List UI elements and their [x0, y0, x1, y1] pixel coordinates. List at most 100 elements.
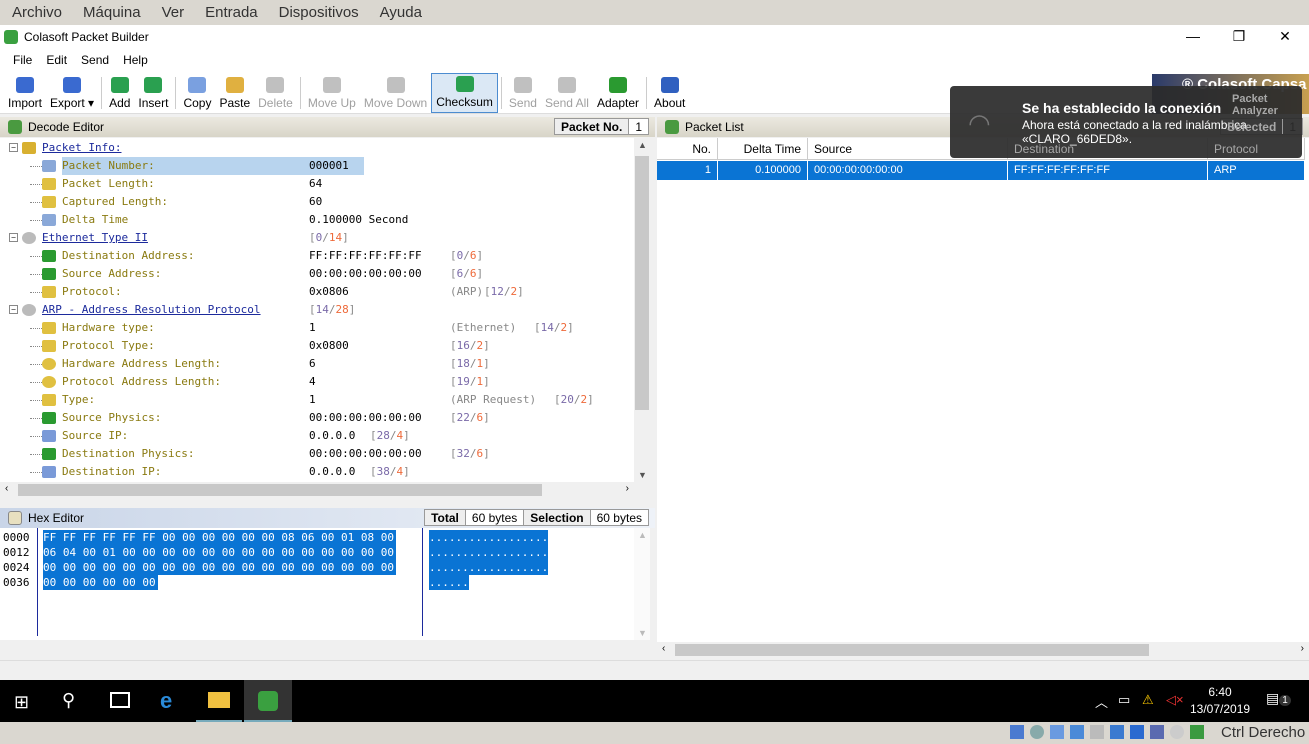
packet-list-title: Packet List — [685, 120, 744, 134]
send-all-button[interactable]: Send All — [541, 73, 593, 113]
collapse-toggle[interactable]: − — [9, 305, 18, 314]
insert-button[interactable]: Insert — [134, 73, 172, 113]
tree-item[interactable]: Packet Number: 000001 — [0, 157, 634, 175]
tree-item[interactable]: Destination IP: 0.0.0.0 [38/4] — [0, 463, 634, 481]
range-length: 2 — [476, 339, 484, 352]
send-button[interactable]: Send — [505, 73, 541, 113]
hex-size-box: Total 60 bytes Selection 60 bytes — [424, 509, 649, 526]
vbox-menu-4[interactable]: Dispositivos — [279, 4, 359, 21]
toolbar-separator — [646, 77, 648, 109]
col-delta-time[interactable]: Delta Time — [718, 138, 808, 160]
tree-item[interactable]: Source IP: 0.0.0.0 [28/4] — [0, 427, 634, 445]
menu-help[interactable]: Help — [123, 53, 148, 67]
tree-item[interactable]: Type: 1 (ARP Request) [20/2] — [0, 391, 634, 409]
insert-label: Insert — [138, 96, 169, 110]
tree-item[interactable]: Destination Address: FF:FF:FF:FF:FF:FF [0/… — [0, 247, 634, 265]
decode-editor-icon — [8, 120, 22, 134]
volume-muted-icon[interactable]: ◁× — [1166, 692, 1184, 708]
field-value: 4 — [309, 375, 316, 388]
paste-button[interactable]: Paste — [215, 73, 254, 113]
packet-no-value[interactable]: 1 — [629, 119, 648, 134]
table-row[interactable]: 1 0.100000 00:00:00:00:00:00 FF:FF:FF:FF… — [657, 161, 1305, 180]
move-up-button[interactable]: Move Up — [304, 73, 360, 113]
clock[interactable]: 6:40 13/07/2019 — [1190, 685, 1250, 716]
tree-item[interactable]: Hardware type: 1 (Ethernet) [14/2] — [0, 319, 634, 337]
hex-bytes[interactable]: 00 00 00 00 00 00 00 00 00 00 00 00 00 0… — [43, 560, 396, 575]
export-button[interactable]: Export ▾ — [46, 73, 98, 113]
time: 6:40 — [1208, 685, 1232, 699]
tree-section[interactable]: − ARP - Address Resolution Protocol [14/28… — [0, 301, 634, 319]
move-down-button[interactable]: Move Down — [360, 73, 431, 113]
toast-title: Se ha establecido la conexión — [1022, 100, 1222, 116]
tree-item[interactable]: Protocol Type: 0x0800 [16/2] — [0, 337, 634, 355]
delete-button[interactable]: Delete — [254, 73, 297, 113]
ie-icon[interactable]: e — [160, 688, 172, 714]
banner-subtitle: Packet Analyzer — [1232, 93, 1278, 117]
hex-bytes[interactable]: FF FF FF FF FF FF 00 00 00 00 00 00 08 0… — [43, 530, 396, 545]
tree-item[interactable]: Packet Length: 64 — [0, 175, 634, 193]
add-button[interactable]: Add — [105, 73, 134, 113]
tree-section[interactable]: − Packet Info: — [0, 139, 634, 157]
checksum-button[interactable]: Checksum — [431, 73, 498, 113]
import-button[interactable]: Import — [4, 73, 46, 113]
tree-item[interactable]: Source Physics: 00:00:00:00:00:00 [22/6] — [0, 409, 634, 427]
tree-item[interactable]: Protocol: 0x0806 (ARP) [12/2] — [0, 283, 634, 301]
close-button[interactable]: ✕ — [1262, 25, 1308, 48]
network-warning-icon[interactable]: ⚠ — [1142, 692, 1154, 708]
tree-item[interactable]: Delta Time 0.100000 Second — [0, 211, 634, 229]
hex-bytes[interactable]: 06 04 00 01 00 00 00 00 00 00 00 00 00 0… — [43, 545, 396, 560]
tree-item[interactable]: Protocol Address Length: 4 [19/1] — [0, 373, 634, 391]
packet-list-horizontal-scrollbar[interactable]: ‹ › — [657, 642, 1309, 658]
menu-file[interactable]: File — [13, 53, 32, 67]
vbox-menu-3[interactable]: Entrada — [205, 4, 258, 21]
task-view-icon[interactable] — [110, 692, 130, 708]
cell-no: 1 — [657, 161, 718, 180]
tree-item[interactable]: Hardware Address Length: 6 [18/1] — [0, 355, 634, 373]
tree-line — [30, 472, 42, 473]
packet-builder-task-icon[interactable] — [244, 680, 292, 722]
hex-ascii[interactable]: .................. — [429, 560, 549, 575]
range-length: 6 — [469, 267, 477, 280]
search-icon[interactable]: ⚲ — [62, 690, 75, 711]
hex-vertical-scrollbar[interactable]: ▲ ▼ — [634, 528, 650, 640]
about-button[interactable]: About — [650, 73, 689, 113]
start-icon[interactable]: ⊞ — [14, 692, 29, 713]
explorer-icon[interactable] — [196, 680, 242, 722]
range-length: 2 — [510, 285, 518, 298]
battery-icon[interactable]: ▭ — [1118, 692, 1130, 708]
tree-item[interactable]: Destination Physics: 00:00:00:00:00:00 [32… — [0, 445, 634, 463]
hex-bytes[interactable]: 00 00 00 00 00 00 — [43, 575, 158, 590]
vbox-menu-1[interactable]: Máquina — [83, 4, 141, 21]
hex-ascii[interactable]: .................. — [429, 545, 549, 560]
vbox-device-icons[interactable] — [1010, 725, 1204, 739]
copy-button[interactable]: Copy — [179, 73, 215, 113]
menu-send[interactable]: Send — [81, 53, 109, 67]
tree-section[interactable]: − Ethernet Type II [0/14] — [0, 229, 634, 247]
field-value: 60 — [309, 195, 323, 208]
tray-overflow-icon[interactable]: ︿ — [1095, 692, 1108, 711]
byte-range: [14/2] — [534, 321, 574, 334]
range-start: 0 — [315, 231, 323, 244]
action-center-icon[interactable]: ▤ 1 — [1266, 690, 1291, 707]
hex-ascii[interactable]: ...... — [429, 575, 469, 590]
host-key-label: Ctrl Derecho — [1221, 724, 1306, 741]
collapse-toggle[interactable]: − — [9, 143, 18, 152]
menu-edit[interactable]: Edit — [46, 53, 67, 67]
field-extra: (Ethernet) — [450, 321, 517, 334]
decode-horizontal-scrollbar[interactable]: ‹ › — [0, 482, 634, 498]
hex-view[interactable]: 0000 FF FF FF FF FF FF 00 00 00 00 00 00 … — [0, 528, 634, 640]
minimize-button[interactable]: — — [1170, 25, 1216, 48]
collapse-toggle[interactable]: − — [9, 233, 18, 242]
vbox-menu-2[interactable]: Ver — [162, 4, 185, 21]
hex-ascii[interactable]: .................. — [429, 530, 549, 545]
tree-item[interactable]: Source Address: 00:00:00:00:00:00 [6/6] — [0, 265, 634, 283]
tree-item[interactable]: Captured Length: 60 — [0, 193, 634, 211]
vbox-menu-0[interactable]: Archivo — [12, 4, 62, 21]
adapter-button[interactable]: Adapter — [593, 73, 643, 113]
paste-icon — [225, 77, 244, 93]
col-no[interactable]: No. — [657, 138, 718, 160]
vbox-menu-5[interactable]: Ayuda — [380, 4, 422, 21]
maximize-button[interactable]: ❐ — [1216, 25, 1262, 48]
field-value: 00:00:00:00:00:00 — [309, 411, 422, 424]
decode-vertical-scrollbar[interactable]: ▲ ▼ — [634, 138, 650, 482]
